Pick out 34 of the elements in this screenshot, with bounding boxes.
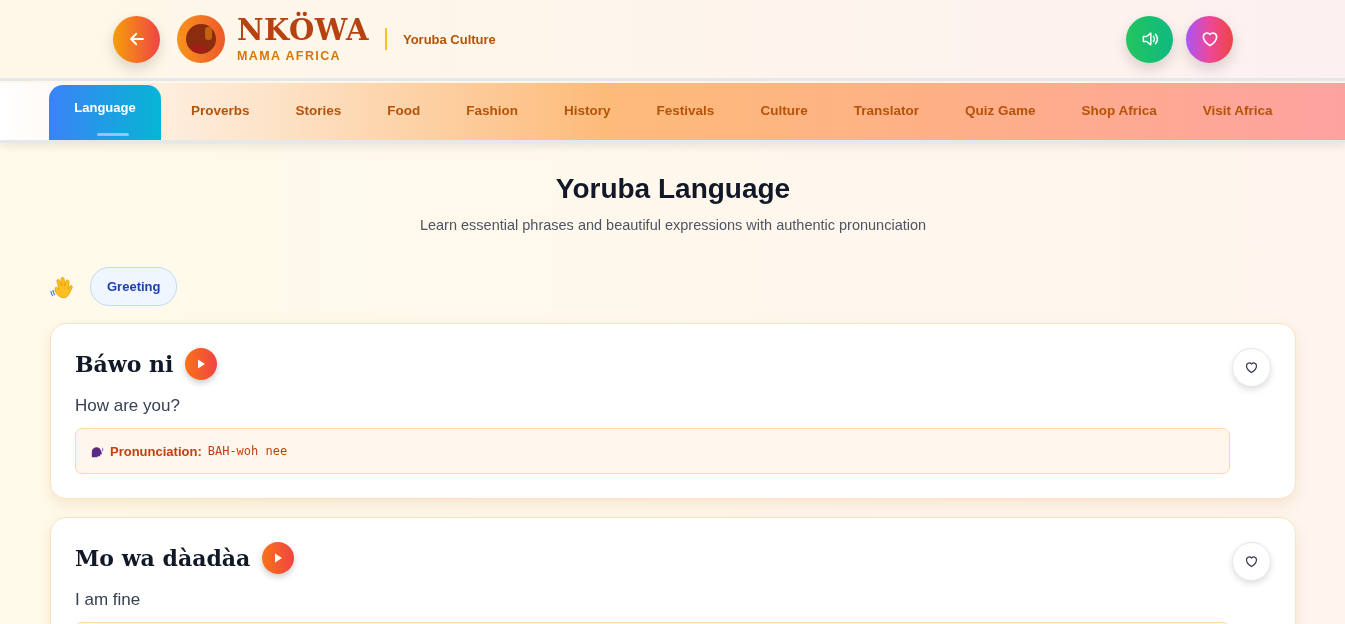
- pronunciation-text: BAH-woh nee: [207, 444, 288, 458]
- nav-tab[interactable]: Language: [49, 85, 161, 140]
- nav-tab[interactable]: Translator: [853, 85, 919, 140]
- heart-icon: [1244, 360, 1259, 375]
- logo-icon: [177, 15, 225, 63]
- page-title: Yoruba Language: [554, 173, 792, 205]
- nav-tab[interactable]: Fashion: [466, 85, 519, 140]
- pronunciation-label: Pronunciation:: [110, 443, 202, 459]
- page-subtitle: Learn essential phrases and beautiful expressions with authentic pronunciation: [418, 217, 928, 233]
- translation-text: I am fine: [75, 590, 142, 610]
- section-label: Yoruba Culture: [402, 31, 496, 47]
- favorite-button[interactable]: [1232, 542, 1271, 581]
- nav-tab[interactable]: Food: [387, 85, 421, 140]
- back-button[interactable]: [113, 15, 160, 63]
- nav-tab[interactable]: Visit Africa: [1202, 85, 1273, 140]
- favorites-button[interactable]: [1186, 15, 1233, 63]
- nav-tab[interactable]: Quiz Game: [964, 85, 1036, 140]
- phrase-text: Mo wa dàadàa: [75, 545, 251, 571]
- play-button[interactable]: [185, 348, 218, 380]
- phrase-text: Báwo ni: [75, 351, 174, 377]
- nav-tab[interactable]: History: [564, 85, 611, 140]
- arrow-left-icon: [127, 30, 146, 48]
- category-tag: Greeting: [90, 267, 178, 306]
- heart-icon: [1244, 554, 1259, 569]
- nav-tab[interactable]: Culture: [760, 85, 808, 140]
- translation-text: How are you?: [75, 396, 181, 416]
- nav-tab[interactable]: Stories: [295, 85, 342, 140]
- play-button[interactable]: [262, 542, 295, 574]
- favorite-button[interactable]: [1232, 348, 1271, 387]
- nav-tab[interactable]: Proverbs: [191, 85, 250, 140]
- sound-button[interactable]: [1126, 15, 1173, 63]
- nav-tab[interactable]: Shop Africa: [1081, 85, 1157, 140]
- brand-tagline: MAMA AFRICA: [237, 48, 343, 63]
- nav-tab[interactable]: Festivals: [656, 85, 715, 140]
